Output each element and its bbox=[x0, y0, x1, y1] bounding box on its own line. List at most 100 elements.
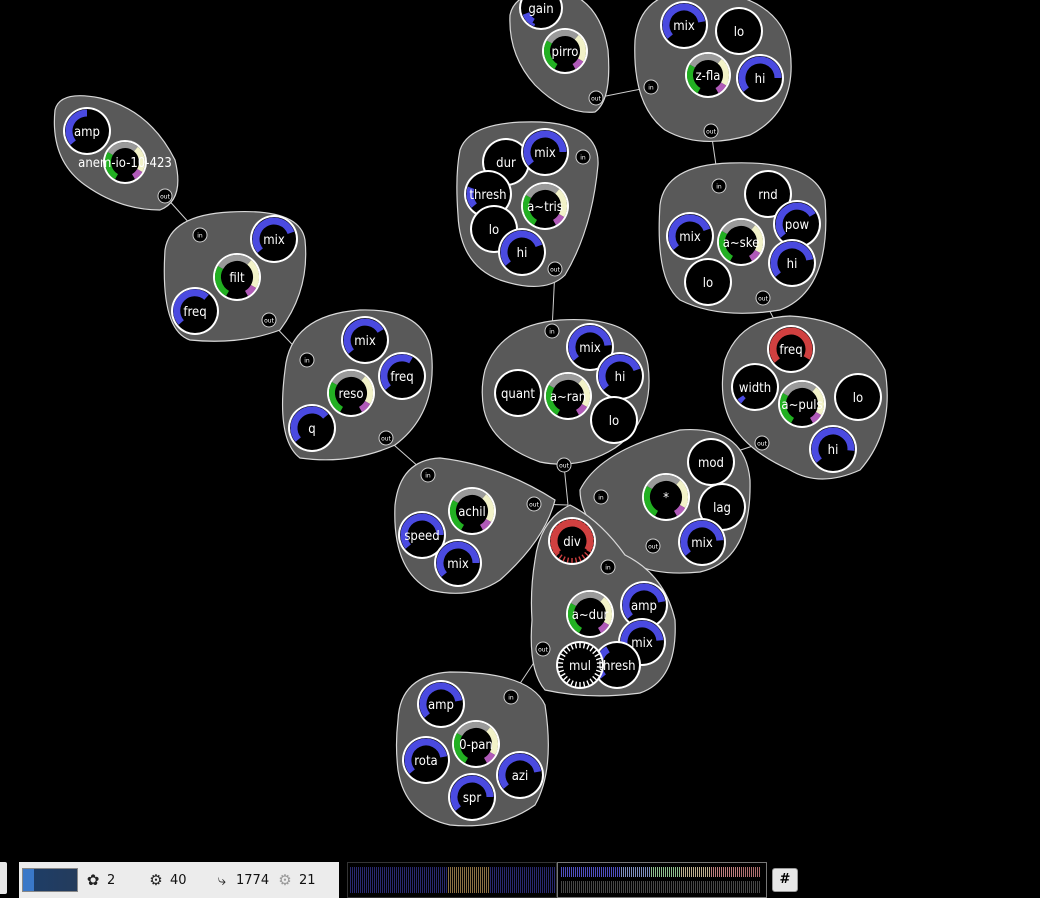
spectrum-bar-top bbox=[635, 867, 636, 877]
knob-label-14: a~tris bbox=[527, 200, 563, 215]
waveform-bar bbox=[366, 867, 367, 893]
spectrum-bar-bottom bbox=[717, 881, 718, 893]
grid-toggle-button[interactable]: # bbox=[772, 868, 798, 892]
spectrum-bar-bottom bbox=[585, 881, 586, 893]
spectrum-bar-top bbox=[711, 867, 712, 877]
spectrum-bar-top bbox=[679, 867, 680, 877]
jack-in-17[interactable]: in bbox=[593, 489, 609, 505]
spectrum-bar-bottom bbox=[609, 881, 610, 893]
knob-label-19: mix bbox=[679, 230, 701, 245]
spectrum-bar-bottom bbox=[757, 881, 758, 893]
spectrum-bar-top bbox=[623, 867, 624, 877]
spectrum-bar-bottom bbox=[611, 881, 612, 893]
jack-out-14[interactable]: out bbox=[755, 290, 771, 306]
spectrum-bar-top bbox=[629, 867, 630, 877]
jack-in-1[interactable]: in bbox=[192, 227, 208, 243]
spectrum-bar-bottom bbox=[727, 881, 728, 893]
waveform-bar bbox=[510, 867, 511, 893]
jack-out-6[interactable]: out bbox=[526, 496, 542, 512]
spectrum-bar-bottom bbox=[627, 881, 628, 893]
jack-out-9[interactable]: out bbox=[703, 123, 719, 139]
svg-text:out: out bbox=[538, 647, 548, 654]
spectrum-bar-top bbox=[601, 867, 602, 877]
waveform-bar bbox=[452, 867, 453, 893]
spectrum-bar-top bbox=[703, 867, 704, 877]
waveform-bar bbox=[414, 867, 415, 893]
jack-in-13[interactable]: in bbox=[544, 323, 560, 339]
svg-text:in: in bbox=[425, 473, 431, 480]
spectrum-bar-top bbox=[747, 867, 748, 877]
waveform-bar bbox=[404, 867, 405, 893]
knob-label-5: lo bbox=[734, 25, 744, 40]
knob-label-12: mix bbox=[534, 146, 556, 161]
waveform-bar bbox=[352, 867, 353, 893]
spectrum-bar-bottom bbox=[617, 881, 618, 893]
spectrum-bar-bottom bbox=[601, 881, 602, 893]
knob-label-52: rota bbox=[414, 754, 437, 769]
waveform-bar bbox=[416, 867, 417, 893]
spectrum-bar-top bbox=[733, 867, 734, 877]
spectrum-bar-top bbox=[687, 867, 688, 877]
spectrum-bar-top bbox=[607, 867, 608, 877]
spectrum-bar-top bbox=[665, 867, 666, 877]
spectrum-bar-top bbox=[625, 867, 626, 877]
knob-label-31: lo bbox=[609, 414, 619, 429]
jack-out-16[interactable]: out bbox=[754, 435, 770, 451]
waveform-bar bbox=[538, 867, 539, 893]
waveform-bar bbox=[362, 867, 363, 893]
jack-out-2[interactable]: out bbox=[261, 312, 277, 328]
svg-text:in: in bbox=[304, 358, 310, 365]
knob-label-38: speed bbox=[404, 529, 439, 544]
knob-label-27: mix bbox=[579, 341, 601, 356]
spectrum-bar-top bbox=[745, 867, 746, 877]
spectrum-bar-top bbox=[735, 867, 736, 877]
gear-icon: ⚙ bbox=[149, 871, 163, 889]
jack-out-18[interactable]: out bbox=[645, 538, 661, 554]
spectrum-bar-top bbox=[575, 867, 576, 877]
spectrum-bar-bottom bbox=[685, 881, 686, 893]
waveform-bar bbox=[418, 867, 419, 893]
jack-in-11[interactable]: in bbox=[575, 149, 591, 165]
collapse-handle[interactable] bbox=[0, 862, 7, 894]
waveform-bar bbox=[516, 867, 517, 893]
load-count: ⚙ 21 bbox=[277, 870, 315, 890]
connection-count: ⤷ 1774 bbox=[214, 870, 269, 890]
spectrum-bar-bottom bbox=[595, 881, 596, 893]
jack-out-0[interactable]: out bbox=[157, 188, 173, 204]
spectrum-bar-top bbox=[645, 867, 646, 877]
spectrum-bar-bottom bbox=[751, 881, 752, 893]
spectrum-bar-top bbox=[639, 867, 640, 877]
jack-in-3[interactable]: in bbox=[299, 352, 315, 368]
spectrum-bar-bottom bbox=[673, 881, 674, 893]
spectrum-bar-top bbox=[755, 867, 756, 877]
spectrum-bar-bottom bbox=[733, 881, 734, 893]
jack-out-12[interactable]: out bbox=[547, 261, 563, 277]
spectrum-bar-top bbox=[593, 867, 594, 877]
jack-out-7[interactable]: out bbox=[588, 90, 604, 106]
waveform-bar bbox=[526, 867, 527, 893]
spectrum-bar-top bbox=[609, 867, 610, 877]
jack-in-8[interactable]: in bbox=[643, 79, 659, 95]
waveform-bar bbox=[482, 867, 483, 893]
waveform-bar bbox=[384, 867, 385, 893]
jack-out-20[interactable]: out bbox=[535, 641, 551, 657]
jack-in-5[interactable]: in bbox=[420, 467, 436, 483]
knob-label-33: width bbox=[739, 381, 771, 396]
spectrum-bar-top bbox=[739, 867, 740, 877]
knob-label-39: mix bbox=[447, 557, 469, 572]
jack-out-4[interactable]: out bbox=[378, 430, 394, 446]
spectrum-bar-bottom bbox=[575, 881, 576, 893]
waveform-bar bbox=[436, 867, 437, 893]
waveform-bar bbox=[520, 867, 521, 893]
jack-in-19[interactable]: in bbox=[600, 559, 616, 575]
waveform-bar bbox=[402, 867, 403, 893]
waveform-bar bbox=[388, 867, 389, 893]
knob-label-41: * bbox=[663, 491, 669, 506]
spectrum-bar-bottom bbox=[647, 881, 648, 893]
jack-out-15[interactable]: out bbox=[556, 457, 572, 473]
patch-canvas[interactable]: ampanem-io-10-423gainpirromix loz-fla himi… bbox=[0, 0, 1040, 860]
jack-in-21[interactable]: in bbox=[503, 689, 519, 705]
spectrum-bar-bottom bbox=[589, 881, 590, 893]
jack-in-10[interactable]: in bbox=[711, 178, 727, 194]
waveform-bar bbox=[428, 867, 429, 893]
